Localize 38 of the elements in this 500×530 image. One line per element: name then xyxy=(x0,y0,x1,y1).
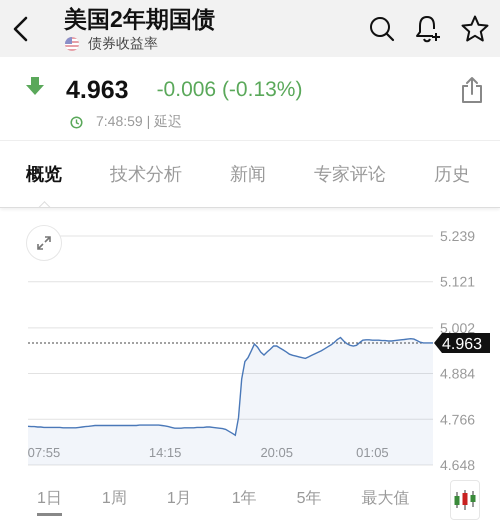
axis-label: 4.766 xyxy=(440,411,476,428)
range-tab[interactable]: 1周 xyxy=(102,484,127,516)
range-tab[interactable]: 1日 xyxy=(37,484,62,516)
range-tab[interactable]: 1年 xyxy=(232,484,257,516)
back-icon[interactable] xyxy=(12,16,30,42)
range-tab[interactable]: 1月 xyxy=(166,484,192,516)
axis-label: 5.121 xyxy=(440,274,476,290)
ref-line-label: 4.963 xyxy=(442,336,482,353)
range-tab[interactable]: 最大值 xyxy=(362,484,410,516)
tab[interactable]: 新闻 xyxy=(230,141,266,207)
candlestick-button[interactable] xyxy=(450,480,480,520)
expand-icon xyxy=(34,233,54,253)
axis-label: 07:55 xyxy=(28,445,60,460)
axis-label: 5.239 xyxy=(440,228,476,244)
tab[interactable]: 历史 xyxy=(434,141,470,207)
axis-label: 20:05 xyxy=(260,445,294,460)
page-title: 美国2年期国债 xyxy=(64,4,216,32)
share-icon[interactable] xyxy=(460,76,484,104)
tab[interactable]: 技术分析 xyxy=(110,141,182,207)
expand-button[interactable] xyxy=(26,225,62,261)
star-icon[interactable] xyxy=(460,14,490,44)
axis-label: 4.884 xyxy=(440,366,476,382)
candlestick-icon xyxy=(452,489,477,511)
price-change: -0.006 (-0.13%) xyxy=(156,78,304,102)
clock-icon xyxy=(70,116,83,128)
range-tab[interactable]: 5年 xyxy=(296,484,322,516)
last-price-tag: 4.963 xyxy=(434,332,490,353)
tab[interactable]: 专家评论 xyxy=(314,141,386,207)
axis-label: 01:05 xyxy=(356,445,389,460)
axis-label: 14:15 xyxy=(148,445,182,460)
subtitle: 债券收益率 xyxy=(88,34,158,52)
down-arrow-icon xyxy=(24,75,46,97)
axis-label: 4.648 xyxy=(440,457,476,472)
add-alert-icon[interactable] xyxy=(414,14,442,44)
update-time: 7:48:59 | 延迟 xyxy=(96,113,182,131)
price: 4.963 xyxy=(66,76,129,104)
search-icon[interactable] xyxy=(368,14,396,42)
flag-icon xyxy=(64,36,80,52)
